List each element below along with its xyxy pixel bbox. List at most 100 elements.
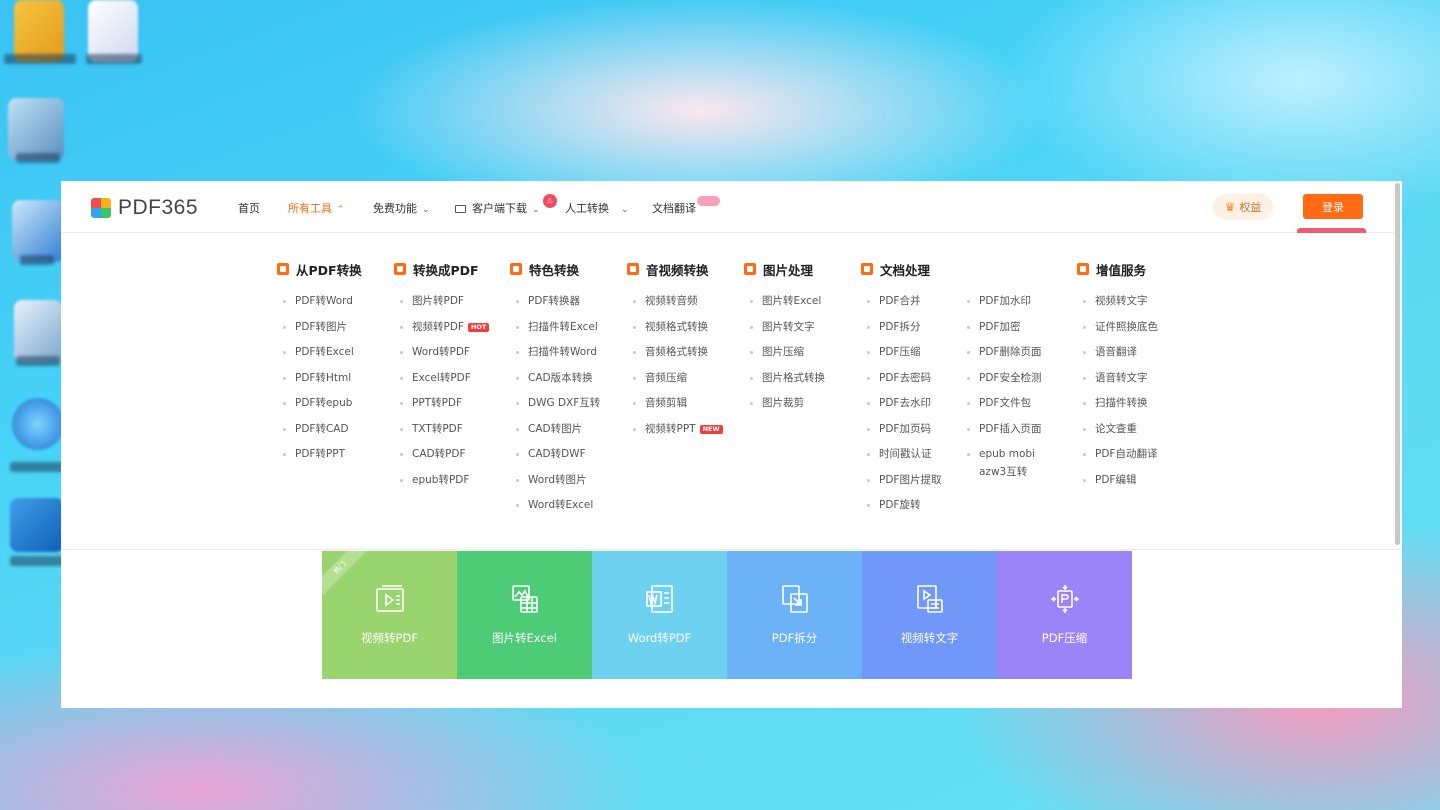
nav-client-download[interactable]: 客户端下载 ⌄ bbox=[455, 200, 540, 216]
menu-link[interactable]: 扫描件转Excel bbox=[510, 320, 600, 346]
menu-column-document: 文档处理 PDF合并 PDF拆分 PDF压缩 PDF去密码 PDF去水印 PDF… bbox=[861, 261, 941, 524]
menu-link-label: 视频转PPT bbox=[645, 422, 696, 435]
tile-pdf-compress[interactable]: PDF压缩 bbox=[997, 551, 1132, 679]
tile-video-to-pdf[interactable]: 热门 视频转PDF bbox=[322, 551, 457, 679]
menu-link[interactable]: 视频转PPT NEW bbox=[627, 422, 723, 448]
menu-link[interactable]: 视频转音频 bbox=[627, 294, 723, 320]
login-button[interactable]: 登录 bbox=[1303, 194, 1363, 219]
menu-link[interactable]: PDF转Excel bbox=[277, 345, 362, 371]
nav-free-features[interactable]: 免费功能 ⌄ bbox=[373, 200, 430, 216]
menu-link[interactable]: DWG DXF互转 bbox=[510, 396, 600, 422]
tile-image-to-excel[interactable]: 图片转Excel bbox=[457, 551, 592, 679]
menu-column-value-added: 增值服务 视频转文字 证件照换底色 语音翻译 语音转文字 扫描件转换 论文查重 … bbox=[1077, 261, 1158, 498]
menu-link[interactable]: PDF文件包 bbox=[961, 396, 1065, 422]
menu-link[interactable]: 论文查重 bbox=[1077, 422, 1158, 448]
menu-link[interactable]: PDF合并 bbox=[861, 294, 941, 320]
menu-link[interactable]: 图片转PDF bbox=[394, 294, 489, 320]
menu-link[interactable]: 时间戳认证 bbox=[861, 447, 941, 473]
nav-manual-conversion[interactable]: 人工转换 ⌄ bbox=[565, 200, 629, 216]
nav-all-tools-label: 所有工具 bbox=[288, 202, 332, 215]
network-icon[interactable] bbox=[12, 200, 64, 262]
menu-link[interactable]: CAD转PDF bbox=[394, 447, 489, 473]
menu-link[interactable]: Word转PDF bbox=[394, 345, 489, 371]
menu-link[interactable]: PDF拆分 bbox=[861, 320, 941, 346]
menu-link[interactable]: PDF图片提取 bbox=[861, 473, 941, 499]
menu-link[interactable]: PDF转图片 bbox=[277, 320, 362, 346]
shield-icon bbox=[510, 263, 522, 275]
menu-link[interactable]: CAD转DWF bbox=[510, 447, 600, 473]
menu-link[interactable]: 语音转文字 bbox=[1077, 371, 1158, 397]
menu-link[interactable]: PDF加密 bbox=[961, 320, 1065, 346]
menu-link-label: 视频转PDF bbox=[412, 320, 464, 333]
menu-link[interactable]: 图片格式转换 bbox=[744, 371, 825, 397]
menu-link[interactable]: 视频转文字 bbox=[1077, 294, 1158, 320]
menu-link[interactable]: 语音翻译 bbox=[1077, 345, 1158, 371]
menu-link[interactable]: PDF转CAD bbox=[277, 422, 362, 448]
column-title: 文档处理 bbox=[880, 262, 931, 278]
menu-link[interactable]: Word转图片 bbox=[510, 473, 600, 499]
menu-link[interactable]: PDF加页码 bbox=[861, 422, 941, 448]
flame-icon: ♨ bbox=[543, 194, 557, 208]
menu-link[interactable]: PDF转换器 bbox=[510, 294, 600, 320]
menu-link[interactable]: 图片压缩 bbox=[744, 345, 825, 371]
menu-link[interactable]: 图片转Excel bbox=[744, 294, 825, 320]
perks-button[interactable]: ♛ 权益 bbox=[1213, 194, 1273, 220]
menu-link[interactable]: PDF去水印 bbox=[861, 396, 941, 422]
convert-icon bbox=[394, 263, 406, 275]
menu-link[interactable]: PDF去密码 bbox=[861, 371, 941, 397]
menu-link[interactable]: PDF转Word bbox=[277, 294, 362, 320]
tools-mega-menu: 从PDF转换 PDF转Word PDF转图片 PDF转Excel PDF转Htm… bbox=[61, 233, 1402, 550]
nav-all-tools[interactable]: 所有工具 ⌃ bbox=[288, 200, 345, 216]
column-heading: 图片处理 bbox=[744, 261, 825, 278]
nav-manual-conversion-label: 人工转换 bbox=[565, 202, 609, 215]
menu-link[interactable]: epub mobi azw3互转 bbox=[961, 445, 1065, 485]
recycle-bin-icon[interactable] bbox=[14, 300, 62, 362]
menu-link[interactable]: PDF插入页面 bbox=[961, 422, 1065, 448]
menu-link[interactable]: CAD转图片 bbox=[510, 422, 600, 448]
menu-link[interactable]: Excel转PDF bbox=[394, 371, 489, 397]
nav-doc-translate[interactable]: 文档翻译 bbox=[652, 200, 696, 216]
menu-link[interactable]: PDF安全检测 bbox=[961, 371, 1065, 397]
menu-link[interactable]: PDF加水印 bbox=[961, 294, 1065, 320]
menu-link[interactable]: PDF转PPT bbox=[277, 447, 362, 473]
nav-home[interactable]: 首页 bbox=[238, 200, 260, 216]
browser-icon[interactable] bbox=[12, 398, 64, 450]
menu-link[interactable]: 图片裁剪 bbox=[744, 396, 825, 422]
menu-link[interactable]: PPT转PDF bbox=[394, 396, 489, 422]
menu-link[interactable]: PDF压缩 bbox=[861, 345, 941, 371]
nav-client-download-label: 客户端下载 bbox=[472, 202, 527, 215]
menu-link[interactable]: 图片转文字 bbox=[744, 320, 825, 346]
page-scrollbar[interactable] bbox=[1395, 183, 1400, 545]
menu-link[interactable]: 证件照换底色 bbox=[1077, 320, 1158, 346]
menu-link[interactable]: 音频压缩 bbox=[627, 371, 723, 397]
menu-link[interactable]: PDF自动翻译 bbox=[1077, 447, 1158, 473]
menu-link[interactable]: 音频剪辑 bbox=[627, 396, 723, 422]
menu-link[interactable]: PDF删除页面 bbox=[961, 345, 1065, 371]
featured-tools: 热门 视频转PDF 图片转Excel Word转PDF PDF拆分 视频转文字 … bbox=[322, 551, 1132, 679]
menu-link[interactable]: PDF转Html bbox=[277, 371, 362, 397]
desktop-icon-label bbox=[4, 54, 76, 64]
menu-link[interactable]: 视频转PDF HOT bbox=[394, 320, 490, 346]
tile-label: 视频转PDF bbox=[361, 631, 418, 645]
tile-video-to-text[interactable]: 视频转文字 bbox=[862, 551, 997, 679]
menu-link[interactable]: 视频格式转换 bbox=[627, 320, 723, 346]
menu-link[interactable]: epub转PDF bbox=[394, 473, 489, 499]
app-icon[interactable] bbox=[88, 0, 138, 62]
site-logo[interactable]: PDF365 bbox=[91, 196, 198, 220]
desktop-icon-label bbox=[20, 255, 54, 265]
user-folder-icon[interactable] bbox=[14, 0, 64, 62]
menu-link[interactable]: PDF转epub bbox=[277, 396, 362, 422]
menu-link[interactable]: Word转Excel bbox=[510, 498, 600, 524]
menu-link[interactable]: 扫描件转换 bbox=[1077, 396, 1158, 422]
column-heading: 从PDF转换 bbox=[277, 261, 362, 278]
menu-link[interactable]: PDF编辑 bbox=[1077, 473, 1158, 499]
menu-link[interactable]: 扫描件转Word bbox=[510, 345, 600, 371]
computer-icon[interactable] bbox=[8, 98, 64, 160]
menu-link[interactable]: PDF旋转 bbox=[861, 498, 941, 524]
menu-link[interactable]: 音频格式转换 bbox=[627, 345, 723, 371]
menu-link[interactable]: TXT转PDF bbox=[394, 422, 489, 448]
tile-word-to-pdf[interactable]: Word转PDF bbox=[592, 551, 727, 679]
menu-link[interactable]: CAD版本转换 bbox=[510, 371, 600, 397]
settings-icon[interactable] bbox=[10, 498, 64, 552]
tile-pdf-split[interactable]: PDF拆分 bbox=[727, 551, 862, 679]
